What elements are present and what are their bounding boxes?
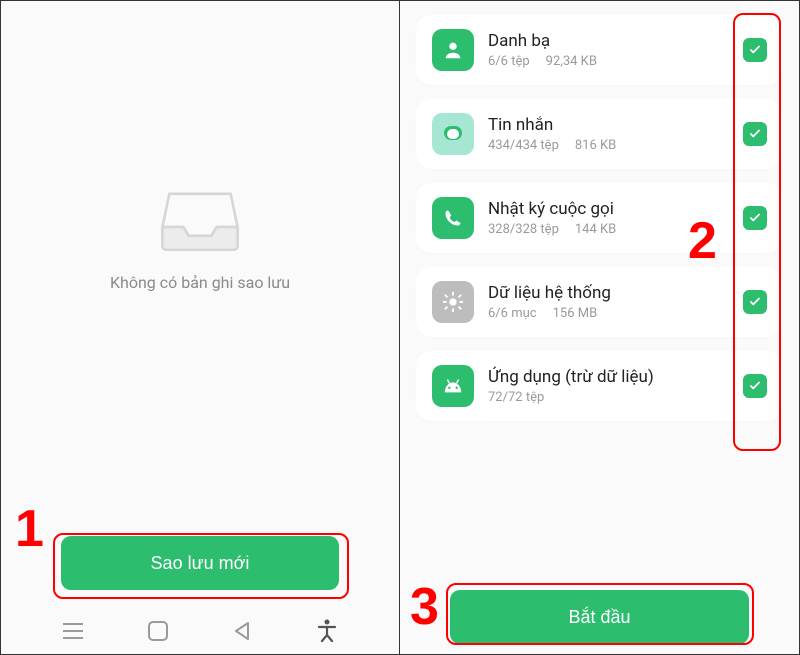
home-icon[interactable] <box>144 617 172 645</box>
checkbox[interactable] <box>743 374 767 398</box>
item-title: Danh bạ <box>488 31 729 51</box>
list-item-messages[interactable]: Tin nhắn 434/434 tệp 816 KB <box>416 99 783 169</box>
item-title: Nhật ký cuộc gọi <box>488 199 729 219</box>
backup-category-list: Danh bạ 6/6 tệp 92,34 KB Tin nhắn 434/434… <box>400 11 799 590</box>
item-title: Tin nhắn <box>488 115 729 135</box>
android-navbar <box>1 608 399 654</box>
screen-empty-backup: Không có bản ghi sao lưu Sao lưu mới 1 <box>1 1 400 654</box>
checkbox[interactable] <box>743 38 767 62</box>
item-title: Dữ liệu hệ thống <box>488 283 729 303</box>
contacts-icon <box>432 29 474 71</box>
new-backup-button-label: Sao lưu mới <box>151 553 250 574</box>
empty-state: Không có bản ghi sao lưu <box>1 0 399 536</box>
checkbox[interactable] <box>743 206 767 230</box>
item-count: 6/6 tệp <box>488 54 530 69</box>
android-icon <box>432 365 474 407</box>
item-size: 144 KB <box>575 222 616 237</box>
item-title: Ứng dụng (trừ dữ liệu) <box>488 367 729 387</box>
start-button[interactable]: Bắt đầu <box>450 590 749 644</box>
list-item-calllog[interactable]: Nhật ký cuộc gọi 328/328 tệp 144 KB <box>416 183 783 253</box>
empty-text: Không có bản ghi sao lưu <box>110 273 290 292</box>
list-item-contacts[interactable]: Danh bạ 6/6 tệp 92,34 KB <box>416 15 783 85</box>
item-size: 92,34 KB <box>546 54 597 69</box>
checkbox[interactable] <box>743 290 767 314</box>
recents-icon[interactable] <box>59 617 87 645</box>
item-count: 434/434 tệp <box>488 138 559 153</box>
accessibility-icon[interactable] <box>313 617 341 645</box>
list-item-apps[interactable]: Ứng dụng (trừ dữ liệu) 72/72 tệp <box>416 351 783 421</box>
item-size: 816 KB <box>575 138 616 153</box>
back-icon[interactable] <box>228 617 256 645</box>
new-backup-button[interactable]: Sao lưu mới <box>61 536 339 590</box>
messages-icon <box>432 113 474 155</box>
item-size: 156 MB <box>553 306 598 321</box>
start-button-label: Bắt đầu <box>568 607 630 628</box>
inbox-tray-icon <box>156 185 244 255</box>
item-count: 72/72 tệp <box>488 390 544 405</box>
phone-icon <box>432 197 474 239</box>
list-item-systemdata[interactable]: Dữ liệu hệ thống 6/6 mục 156 MB <box>416 267 783 337</box>
item-count: 6/6 mục <box>488 306 537 321</box>
gear-icon <box>432 281 474 323</box>
checkbox[interactable] <box>743 122 767 146</box>
screen-backup-select: Danh bạ 6/6 tệp 92,34 KB Tin nhắn 434/434… <box>400 1 799 654</box>
item-count: 328/328 tệp <box>488 222 559 237</box>
